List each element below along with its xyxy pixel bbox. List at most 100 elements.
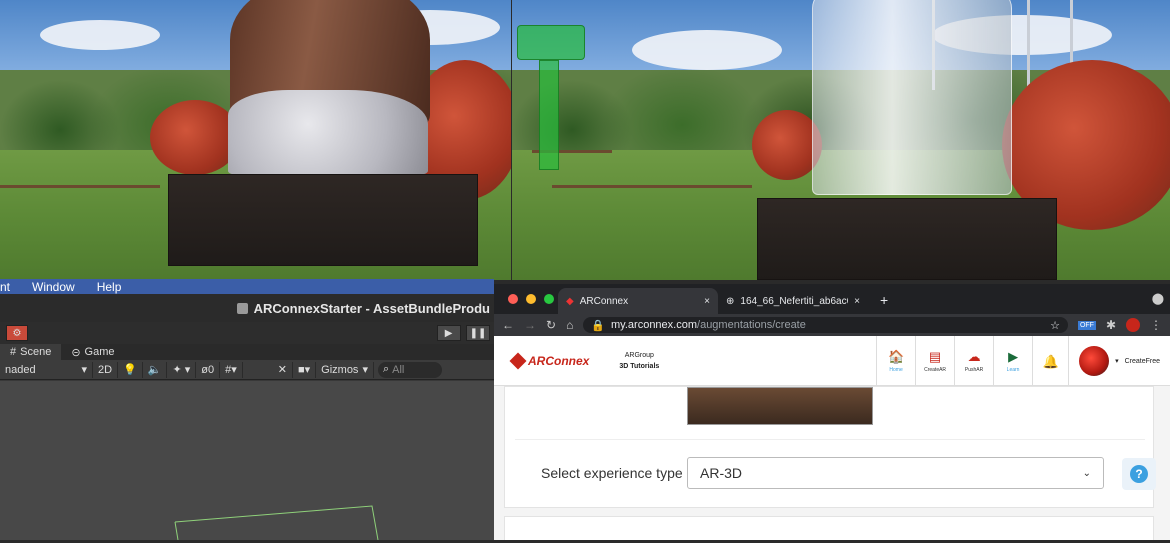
profile-avatar[interactable] xyxy=(1126,318,1140,332)
search-icon: ⌕ xyxy=(382,363,390,375)
tab-close-icon[interactable]: × xyxy=(704,296,710,307)
pause-button[interactable]: ❚❚ xyxy=(466,325,490,342)
divider xyxy=(515,439,1145,440)
nav-label: PushAR xyxy=(964,366,984,373)
stone-pedestal xyxy=(168,174,478,266)
camera-icon[interactable]: ■▾ xyxy=(293,361,317,378)
tab-arconnex[interactable]: ◆ ARConnex × xyxy=(558,288,718,314)
tab-close-icon[interactable]: × xyxy=(854,296,860,307)
play-controls: ▶ ❚❚ xyxy=(435,325,490,342)
scene-icon: # xyxy=(10,346,17,358)
address-bar[interactable]: 🔒 my.arconnex.com/augmentations/create ☆ xyxy=(583,317,1068,333)
tab-title: ARConnex xyxy=(579,295,629,307)
tab-game[interactable]: ⊝ Game xyxy=(61,344,124,360)
scene-toolbar: naded ▾ 2D 💡 🔈 ✦ ▾ ø 0 #▾ ✕ ■▾ Gizmos ▾ … xyxy=(0,360,494,380)
account-avatar xyxy=(1079,346,1110,376)
help-icon: ? xyxy=(1130,465,1148,483)
extension-off-icon[interactable]: OFF xyxy=(1077,320,1096,330)
close-window-button[interactable] xyxy=(508,294,518,304)
play-button[interactable]: ▶ xyxy=(436,325,461,342)
effects-icon[interactable]: ✦ ▾ xyxy=(167,361,197,378)
browser-tabstrip: ◆ ARConnex × ⊕ 164_66_Nefertiti_ab6ac618… xyxy=(494,284,1170,314)
site-nav: 🏠 Home ▤ CreateAR ☁ PushAR ▶ Learn 🔔 ▾ C… xyxy=(876,336,1170,386)
cloud-upload-icon: ☁ xyxy=(967,348,981,364)
nav-label: Learn xyxy=(1006,366,1020,373)
account-menu[interactable]: ▾ CreateFree xyxy=(1068,336,1170,386)
browser-toolbar: ← → ↻ ⌂ 🔒 my.arconnex.com/augmentations/… xyxy=(494,314,1170,336)
nav-createar[interactable]: ▤ CreateAR xyxy=(915,336,954,386)
reload-icon[interactable]: ↻ xyxy=(546,318,556,332)
tab-game-label: Game xyxy=(84,346,115,358)
nav-learn[interactable]: ▶ Learn xyxy=(993,336,1032,386)
experience-type-label: Select experience type xyxy=(541,465,683,481)
menu-item[interactable]: nt xyxy=(0,280,10,294)
tab-scene-label: Scene xyxy=(20,346,52,358)
shading-mode-dropdown[interactable]: naded ▾ xyxy=(0,361,93,378)
account-plan: CreateFree xyxy=(1124,357,1160,365)
menu-help[interactable]: Help xyxy=(97,280,122,294)
flag-pole xyxy=(1027,0,1030,90)
ar-preview-right xyxy=(512,0,1170,280)
nav-home[interactable]: 🏠 Home xyxy=(876,336,915,386)
lighting-icon[interactable]: 💡 xyxy=(118,361,143,378)
shading-mode-label: naded xyxy=(5,363,36,376)
minimize-window-button[interactable] xyxy=(526,294,536,304)
scene-viewport[interactable] xyxy=(0,381,494,541)
scene-game-tabs: # Scene ⊝ Game xyxy=(0,344,494,360)
browser-menu-icon[interactable]: ⋮ xyxy=(1150,318,1162,332)
bookmark-star-icon[interactable]: ☆ xyxy=(1050,319,1060,332)
maximize-window-button[interactable] xyxy=(544,294,554,304)
back-icon[interactable]: ← xyxy=(502,318,514,332)
toggle-2d-button[interactable]: 2D xyxy=(93,361,119,378)
extensions-puzzle-icon[interactable]: ✱ xyxy=(1106,318,1116,332)
unity-project-icon xyxy=(236,302,248,314)
play-icon: ▶ xyxy=(1008,348,1019,364)
group-selector[interactable]: ARGroup 3D Tutorials xyxy=(619,350,659,372)
new-tab-button[interactable]: + xyxy=(880,292,888,308)
green-sign xyxy=(517,25,585,60)
unity-menubar: nt Window Help xyxy=(0,279,494,294)
nav-pushar[interactable]: ☁ PushAR xyxy=(954,336,993,386)
chevron-down-icon: ⌄ xyxy=(1082,467,1091,479)
tab-scene[interactable]: # Scene xyxy=(0,344,62,360)
collab-icon[interactable]: ⚙ xyxy=(6,325,28,341)
gizmos-dropdown[interactable]: Gizmos ▾ xyxy=(316,361,374,378)
unity-editor: nt Window Help ARConnexStarter - AssetBu… xyxy=(0,279,494,541)
scene-search-input[interactable]: ⌕ All xyxy=(377,361,442,378)
menu-window[interactable]: Window xyxy=(32,280,75,294)
grid-snap-icon[interactable]: #▾ xyxy=(220,361,243,378)
glass-bust-sculpture xyxy=(812,0,1012,195)
red-bush xyxy=(150,100,240,175)
home-icon: 🏠 xyxy=(887,348,905,364)
tab-nefertiti[interactable]: ⊕ 164_66_Nefertiti_ab6ac618a8 × xyxy=(718,288,868,314)
experience-type-select[interactable]: AR-3D ⌄ xyxy=(687,457,1104,489)
help-button[interactable]: ? xyxy=(1122,458,1156,490)
arconnex-logo[interactable]: ARConnex xyxy=(509,352,590,369)
model-thumbnail xyxy=(687,387,873,425)
group-subtitle: 3D Tutorials xyxy=(619,362,660,370)
audio-icon[interactable]: 🔈 xyxy=(143,361,168,378)
window-title: ARConnexStarter - AssetBundleProdu xyxy=(253,300,490,316)
home-icon[interactable]: ⌂ xyxy=(566,318,573,332)
tab-search-icon[interactable]: ⬤ xyxy=(1152,292,1164,305)
tools-icon[interactable]: ✕ xyxy=(273,361,293,378)
fence xyxy=(0,185,160,188)
url-path: /augmentations/create xyxy=(697,319,806,331)
bust-base-white xyxy=(228,90,428,175)
stone-pedestal xyxy=(757,198,1057,280)
search-placeholder: All xyxy=(392,363,405,376)
logo-text: ARConnex xyxy=(528,353,590,368)
forward-icon[interactable]: → xyxy=(524,318,536,332)
ar-preview-left xyxy=(0,0,511,280)
create-ar-icon: ▤ xyxy=(928,348,942,364)
globe-icon: ⊕ xyxy=(726,295,735,307)
experience-type-value: AR-3D xyxy=(700,465,743,481)
tab-title: 164_66_Nefertiti_ab6ac618a8 xyxy=(740,295,848,307)
fence xyxy=(552,185,752,188)
page-content: Select experience type AR-3D ⌄ ? xyxy=(494,386,1170,540)
dropdown-arrow-icon: ▾ xyxy=(81,364,87,376)
hidden-objects-toggle[interactable]: ø 0 xyxy=(196,361,221,378)
cloud xyxy=(40,20,160,50)
notifications-bell-icon[interactable]: 🔔 xyxy=(1032,336,1068,386)
site-header: ARConnex ARGroup 3D Tutorials 🏠 Home ▤ C… xyxy=(494,336,1170,386)
